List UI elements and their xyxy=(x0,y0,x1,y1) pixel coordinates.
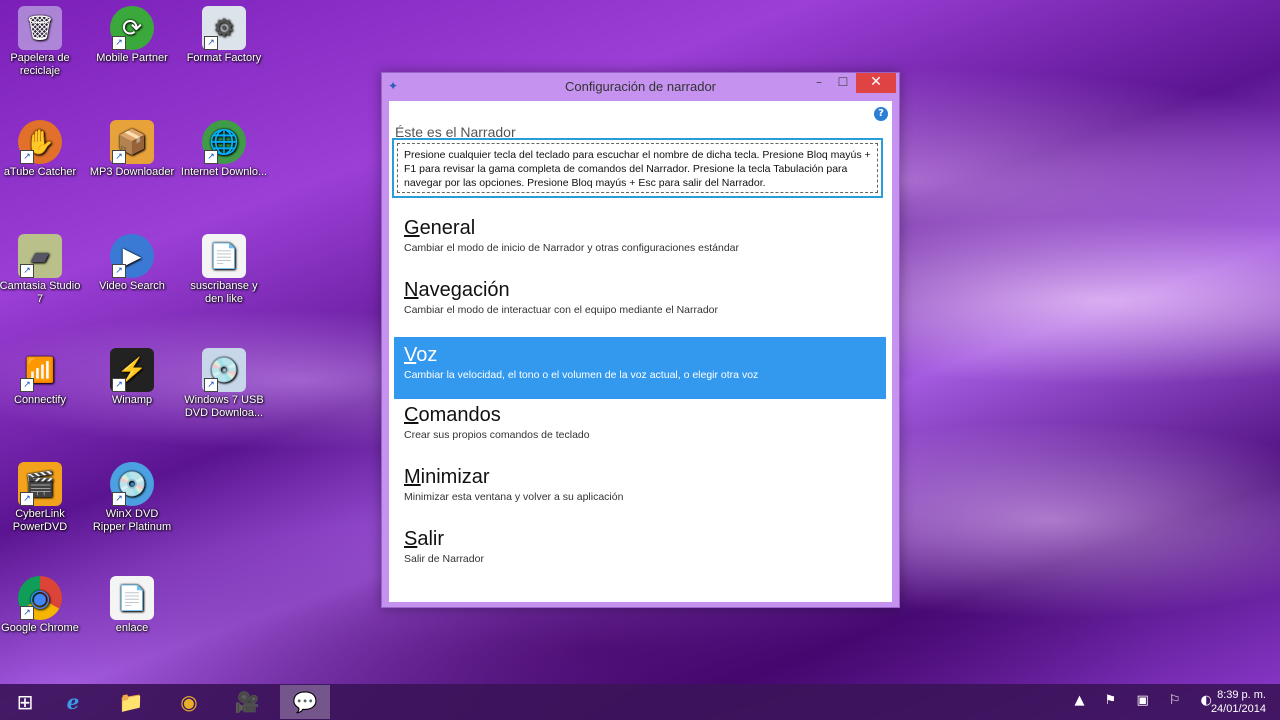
taskbar: ⊞ ℯ 📁 ◉ 🎥 💬 ▲ ⚑ ▣ ⚐ ◐ 8:39 p. m. 24/01/2… xyxy=(0,684,1280,720)
menu-item-description: Cambiar la velocidad, el tono o el volum… xyxy=(404,369,759,381)
menu-item-label: Minimizar xyxy=(404,466,490,488)
desktop-icon-cyberlink[interactable]: 🎬 ↗ CyberLink PowerDVD xyxy=(0,462,84,534)
system-tray-icons[interactable]: ▲ ⚑ ▣ ⚐ ◐ xyxy=(1075,693,1220,708)
mobile-partner-icon: ⟳ ↗ xyxy=(110,6,154,50)
desktop-icon-label: Connectify xyxy=(14,394,66,406)
desktop-icon-label: Video Search xyxy=(99,280,165,292)
window-content: ? Éste es el Narrador Presione cualquier… xyxy=(389,101,892,602)
menu-item-voz[interactable]: Voz Cambiar la velocidad, el tono o el v… xyxy=(394,337,886,399)
desktop-icon-format-factory[interactable]: ⚙ ↗ Format Factory xyxy=(180,6,268,65)
maximize-button[interactable]: ☐ xyxy=(832,73,854,93)
clock[interactable]: 8:39 p. m. 24/01/2014 xyxy=(1211,688,1266,716)
winamp-icon: ⚡ ↗ xyxy=(110,348,154,392)
desktop-icon-label: Windows 7 USB DVD Downloa... xyxy=(184,394,264,419)
instructions-text: Presione cualquier tecla del teclado par… xyxy=(397,143,878,193)
desktop-icon-camtasia[interactable]: ▰ ↗ Camtasia Studio 7 xyxy=(0,234,84,306)
title-bar[interactable]: ✦ Configuración de narrador – ☐ ✕ xyxy=(382,73,899,101)
clock-date: 24/01/2014 xyxy=(1210,703,1266,715)
desktop-icon-recycle-bin[interactable]: 🗑 Papelera de reciclaje xyxy=(0,6,84,78)
desktop-icon-label: Winamp xyxy=(111,394,153,406)
menu-item-description: Minimizar esta ventana y volver a su apl… xyxy=(404,491,624,503)
menu-item-navegacion[interactable]: Navegación Cambiar el modo de interactua… xyxy=(394,272,886,334)
desktop-icon-label: Camtasia Studio 7 xyxy=(0,280,81,305)
close-button[interactable]: ✕ xyxy=(856,73,896,93)
recycle-bin-icon: 🗑 xyxy=(18,6,62,50)
clock-time: 8:39 p. m. xyxy=(1217,689,1266,701)
instructions-box[interactable]: Presione cualquier tecla del teclado par… xyxy=(392,138,883,198)
desktop-icon-label: MP3 Downloader xyxy=(89,166,175,178)
desktop-icon-internet-download[interactable]: 🌐 ↗ Internet Downlo... xyxy=(180,120,268,179)
menu-item-description: Cambiar el modo de inicio de Narrador y … xyxy=(404,242,740,254)
help-icon[interactable]: ? xyxy=(874,107,888,121)
menu-item-general[interactable]: General Cambiar el modo de inicio de Nar… xyxy=(394,210,886,272)
menu-item-description: Cambiar el modo de interactuar con el eq… xyxy=(404,304,719,316)
desktop-icon-label: CyberLink PowerDVD xyxy=(12,508,68,533)
desktop-icon-label: suscribanse y den like xyxy=(190,280,258,305)
desktop-icon-enlace[interactable]: 📄 enlace xyxy=(88,576,176,635)
menu-item-label: General xyxy=(404,217,476,239)
minimize-button[interactable]: – xyxy=(808,73,830,93)
taskbar-chrome[interactable]: ◉ xyxy=(164,685,214,719)
text-file-icon: 📄 xyxy=(202,234,246,278)
desktop-icon-winx-dvd[interactable]: 💿 ↗ WinX DVD Ripper Platinum xyxy=(88,462,176,534)
desktop-icon-suscribanse[interactable]: 📄 suscribanse y den like xyxy=(180,234,268,306)
taskbar-internet-explorer[interactable]: ℯ xyxy=(48,685,98,719)
mp3-downloader-icon: 📦 ↗ xyxy=(110,120,154,164)
camtasia-icon: ▰ ↗ xyxy=(18,234,62,278)
desktop-icon-video-search[interactable]: ▶ ↗ Video Search xyxy=(88,234,176,293)
desktop-icon-google-chrome[interactable]: ◉ ↗ Google Chrome xyxy=(0,576,84,635)
menu-item-description: Crear sus propios comandos de teclado xyxy=(404,429,590,441)
desktop-icon-label: Internet Downlo... xyxy=(180,166,268,178)
desktop-icon-mp3-downloader[interactable]: 📦 ↗ MP3 Downloader xyxy=(88,120,176,179)
desktop-icon-win7-usb-dvd[interactable]: 💿 ↗ Windows 7 USB DVD Downloa... xyxy=(180,348,268,420)
atube-catcher-icon: ✋ ↗ xyxy=(18,120,62,164)
taskbar-file-explorer[interactable]: 📁 xyxy=(106,685,156,719)
desktop-icon-label: enlace xyxy=(115,622,149,634)
taskbar-narrator[interactable]: 💬 xyxy=(280,685,330,719)
text-file-icon: 📄 xyxy=(110,576,154,620)
narrator-settings-window: ✦ Configuración de narrador – ☐ ✕ ? Éste… xyxy=(381,72,900,608)
desktop-icon-label: aTube Catcher xyxy=(3,166,77,178)
desktop-icon-connectify[interactable]: 📶 ↗ Connectify xyxy=(0,348,84,407)
desktop-icon-label: Format Factory xyxy=(186,52,262,64)
format-factory-icon: ⚙ ↗ xyxy=(202,6,246,50)
desktop-icon-label: Google Chrome xyxy=(1,622,79,634)
cyberlink-icon: 🎬 ↗ xyxy=(18,462,62,506)
menu-item-minimizar[interactable]: Minimizar Minimizar esta ventana y volve… xyxy=(394,459,886,521)
internet-download-icon: 🌐 ↗ xyxy=(202,120,246,164)
menu-item-salir[interactable]: Salir Salir de Narrador xyxy=(394,521,886,583)
menu-item-label: Comandos xyxy=(404,404,501,426)
desktop-icon-label: Mobile Partner xyxy=(96,52,168,64)
taskbar-camtasia-recorder[interactable]: 🎥 xyxy=(222,685,272,719)
chrome-icon: ◉ ↗ xyxy=(18,576,62,620)
win7-usb-dvd-icon: 💿 ↗ xyxy=(202,348,246,392)
desktop-icon-winamp[interactable]: ⚡ ↗ Winamp xyxy=(88,348,176,407)
connectify-icon: 📶 ↗ xyxy=(18,348,62,392)
desktop-icon-label: WinX DVD Ripper Platinum xyxy=(92,508,172,533)
menu-item-label: Salir xyxy=(404,528,445,550)
menu-item-label: Voz xyxy=(404,344,438,366)
video-search-icon: ▶ ↗ xyxy=(110,234,154,278)
menu-item-description: Salir de Narrador xyxy=(404,553,484,565)
desktop-icon-label: Papelera de reciclaje xyxy=(10,52,70,77)
menu-item-label: Navegación xyxy=(404,279,510,301)
menu-item-comandos[interactable]: Comandos Crear sus propios comandos de t… xyxy=(394,397,886,459)
start-button[interactable]: ⊞ xyxy=(0,685,50,719)
desktop-icon-mobile-partner[interactable]: ⟳ ↗ Mobile Partner xyxy=(88,6,176,65)
winx-dvd-icon: 💿 ↗ xyxy=(110,462,154,506)
desktop-icon-atube-catcher[interactable]: ✋ ↗ aTube Catcher xyxy=(0,120,84,179)
